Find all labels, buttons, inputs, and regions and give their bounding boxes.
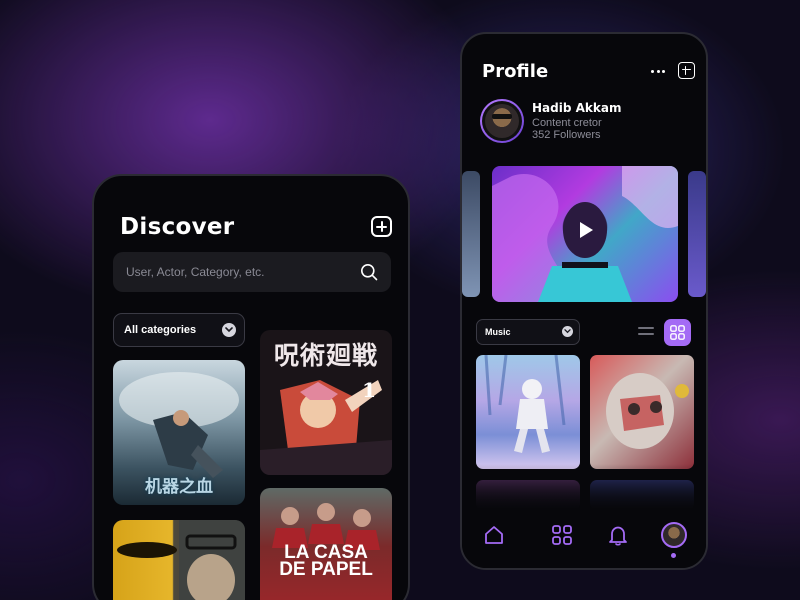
poster-title-line: DE PAPEL (279, 559, 373, 580)
media-thumbnail[interactable] (476, 355, 580, 469)
grid-view-button[interactable] (664, 319, 691, 346)
poster-card[interactable] (113, 520, 245, 600)
plus-square-icon[interactable] (371, 216, 392, 237)
list-view-icon[interactable] (638, 327, 654, 336)
category-dropdown[interactable]: All categories (113, 313, 245, 347)
chevron-down-icon (222, 323, 236, 337)
bottom-tab-bar (462, 508, 706, 568)
avatar[interactable] (480, 99, 524, 143)
avatar-image (485, 104, 519, 138)
category-label: All categories (124, 324, 197, 336)
fade-overlay (462, 464, 706, 514)
plus-square-icon[interactable] (678, 62, 695, 79)
volume-number: 1 (362, 378, 376, 402)
carousel-next-card[interactable] (688, 171, 706, 297)
grid-icon[interactable] (551, 524, 573, 546)
search-bar[interactable] (113, 252, 391, 292)
active-tab-indicator (671, 553, 676, 558)
poster-card[interactable]: LA CASA DE PAPEL (260, 488, 392, 600)
filter-label: Music (485, 327, 511, 337)
thumbnail-artwork (484, 355, 566, 453)
poster-title: 机器之血 (145, 477, 213, 496)
poster-artwork (117, 520, 245, 600)
user-name: Hadib Akkam (532, 101, 622, 115)
discover-screen: Discover All categories 机器之血 呪術 (92, 174, 410, 600)
grid-view-icon (670, 325, 685, 340)
media-thumbnail[interactable] (590, 355, 694, 469)
poster-card[interactable]: 呪術廻戦 1 (260, 330, 392, 475)
filter-dropdown[interactable]: Music (476, 319, 580, 345)
follower-count: 352 Followers (532, 129, 601, 141)
page-title: Discover (120, 214, 235, 240)
thumbnail-artwork (606, 373, 689, 449)
bell-icon[interactable] (607, 524, 629, 546)
chevron-down-icon (562, 326, 573, 337)
featured-video-card[interactable] (492, 166, 678, 302)
poster-title-block: LA CASA DE PAPEL (260, 543, 392, 580)
poster-title: 呪術廻戦 (273, 342, 378, 370)
home-icon[interactable] (483, 524, 505, 546)
play-icon[interactable] (580, 222, 593, 238)
profile-screen: Profile Hadib Akkam Content cretor 352 F… (460, 32, 708, 570)
user-role: Content cretor (532, 117, 602, 129)
search-input[interactable] (113, 252, 353, 292)
carousel-prev-card[interactable] (462, 171, 480, 297)
poster-card[interactable]: 机器之血 (113, 360, 245, 505)
page-title: Profile (482, 61, 549, 82)
search-icon[interactable] (360, 263, 378, 281)
more-dots-icon[interactable] (651, 70, 665, 74)
profile-tab-avatar[interactable] (661, 522, 687, 548)
